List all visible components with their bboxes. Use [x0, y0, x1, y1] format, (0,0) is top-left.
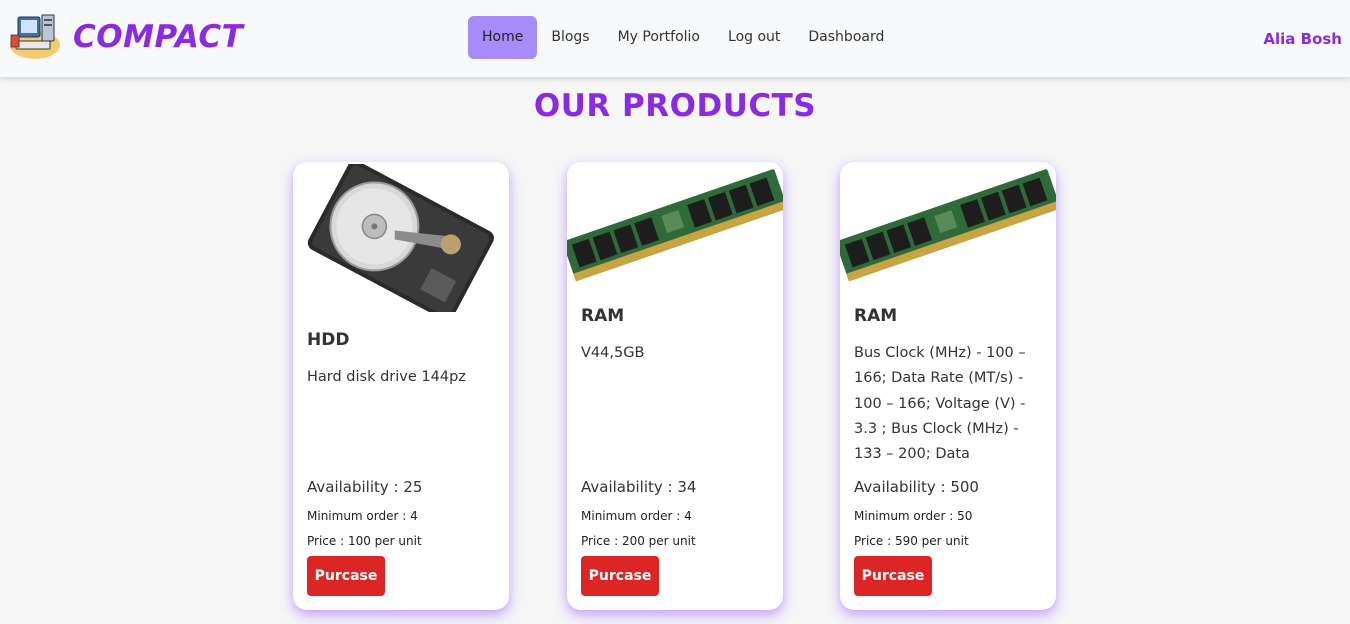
- ram-module-image: [567, 169, 783, 282]
- page-title: OUR PRODUCTS: [533, 88, 817, 124]
- product-card: HDD Hard disk drive 144pz Availability :…: [293, 162, 509, 610]
- main-nav: Home Blogs My Portfolio Log out Dashboar…: [468, 16, 898, 59]
- purchase-button[interactable]: Purcase: [581, 556, 659, 596]
- product-price: Price : 100 per unit: [307, 534, 422, 548]
- purchase-button[interactable]: Purcase: [307, 556, 385, 596]
- user-name[interactable]: Alia Bosh: [1263, 30, 1342, 48]
- product-availability: Availability : 34: [581, 478, 697, 496]
- product-description: Bus Clock (MHz) - 100 – 166; Data Rate (…: [854, 345, 1026, 463]
- product-card: RAM V44,5GB Availability : 34 Minimum or…: [567, 162, 783, 610]
- computer-logo-icon[interactable]: [8, 11, 62, 61]
- product-name: HDD: [307, 330, 350, 350]
- ram-module-image: [840, 169, 1056, 282]
- product-description: V44,5GB: [581, 345, 645, 361]
- product-availability: Availability : 25: [307, 478, 423, 496]
- navbar: COMPACT Home Blogs My Portfolio Log out …: [0, 0, 1350, 77]
- product-price: Price : 590 per unit: [854, 534, 969, 548]
- product-name: RAM: [581, 306, 625, 326]
- product-min-order: Minimum order : 4: [307, 509, 418, 523]
- nav-home[interactable]: Home: [468, 16, 538, 59]
- nav-dashboard[interactable]: Dashboard: [794, 16, 898, 59]
- product-min-order: Minimum order : 4: [581, 509, 692, 523]
- product-card: RAM Bus Clock (MHz) - 100 – 166; Data Ra…: [840, 162, 1056, 610]
- purchase-button[interactable]: Purcase: [854, 556, 932, 596]
- product-name: RAM: [854, 306, 898, 326]
- product-description: Hard disk drive 144pz: [307, 369, 466, 385]
- product-availability: Availability : 500: [854, 478, 979, 496]
- hard-disk-drive-image: [307, 164, 494, 312]
- product-price: Price : 200 per unit: [581, 534, 696, 548]
- nav-blogs[interactable]: Blogs: [537, 16, 603, 59]
- nav-log-out[interactable]: Log out: [714, 16, 794, 59]
- brand-name[interactable]: COMPACT: [73, 19, 243, 55]
- nav-my-portfolio[interactable]: My Portfolio: [604, 16, 714, 59]
- product-min-order: Minimum order : 50: [854, 509, 973, 523]
